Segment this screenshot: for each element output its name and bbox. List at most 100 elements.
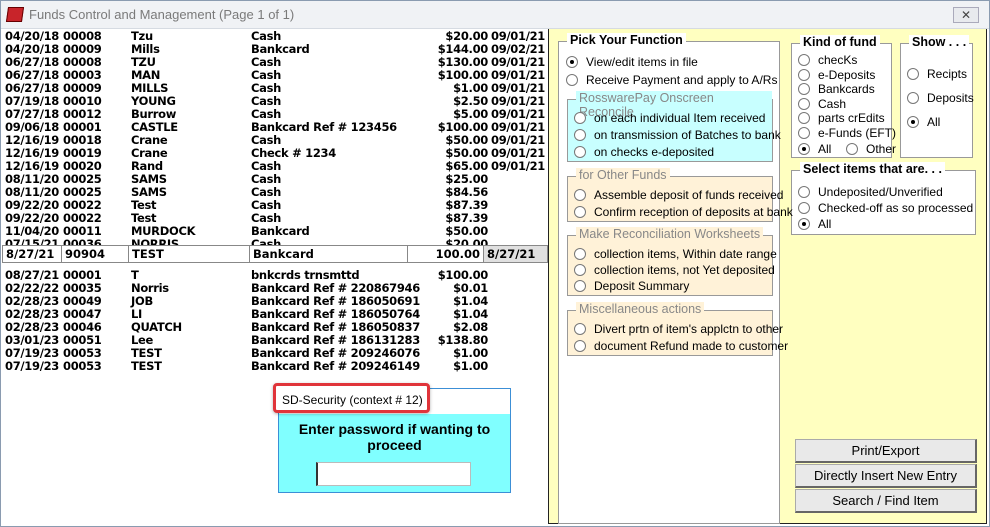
radio-select-1[interactable]: Checked-off as so processed [798,201,973,215]
id-cell: 00053 [63,359,102,373]
insert-new-entry-button[interactable]: Directly Insert New Entry [795,464,977,488]
radio-show-1[interactable]: Deposits [907,91,974,105]
password-input[interactable] [316,462,471,486]
worksheets-legend: Make Reconciliation Worksheets [576,227,764,241]
radio-label: Divert prtn of item's applctn to other [594,322,784,336]
edit-amount[interactable]: 100.00 [407,245,484,263]
radio-label: Cash [818,96,847,111]
radio-label: collection items, not Yet deposited [594,263,775,277]
radio-label: Undeposited/Unverified [818,185,943,199]
radio-icon [798,202,810,214]
name-cell: TEST [131,359,162,373]
print-export-button[interactable]: Print/Export [795,439,977,463]
radio-icon [846,143,858,155]
edit-type[interactable]: Bankcard [249,245,408,263]
radio-label: All [927,115,941,129]
radio-label: View/edit items in file [586,55,698,69]
radio-icon [574,189,586,201]
radio-misc-1[interactable]: document Refund made to customer [574,339,788,353]
edit-name[interactable]: TEST [128,245,250,263]
kind-legend: Kind of fund [800,35,880,49]
radio-worksheet-0[interactable]: collection items, Within date range [574,247,777,261]
radio-label: Confirm reception of deposits at bank [594,205,793,219]
radio-show-0[interactable]: Recipts [907,67,967,81]
radio-worksheet-1[interactable]: collection items, not Yet deposited [574,263,775,277]
amount-cell: $1.00 [453,359,488,373]
radio-label: Checked-off as so processed [818,201,974,215]
radio-label: document Refund made to customer [594,339,789,353]
radio-icon [798,127,810,139]
app-icon [5,7,25,22]
radio-label: on checks e-deposited [594,145,715,159]
radio-icon [574,146,586,158]
security-message: Enter password if wanting to proceed [298,421,491,453]
radio-icon [574,206,586,218]
radio-icon [907,92,919,104]
radio-label: e-Deposits [818,67,876,82]
radio-icon [798,186,810,198]
radio-label: Receive Payment and apply to A/Rs [586,73,778,87]
radio-icon [574,248,586,260]
radio-icon [574,112,586,124]
radio-kind-1[interactable]: e-Deposits [798,68,875,82]
deposit-date-cell: 09/01/21 [491,159,546,173]
radio-select-2[interactable]: All [798,217,831,231]
radio-icon [798,97,810,110]
radio-kind-4[interactable]: parts crEdits [798,111,885,125]
radio-icon [566,56,578,68]
radio-icon [574,280,586,292]
table-row[interactable]: 07/19/23 00053 TEST Bankcard Ref # 20924614… [2,360,548,373]
window-title: Funds Control and Management (Page 1 of … [29,7,295,22]
edit-date[interactable]: 8/27/21 [2,245,62,263]
other-funds-legend: for Other Funds [576,168,670,182]
security-title: SD-Security (context # 12) [273,383,430,413]
radio-other-funds-0[interactable]: Assemble deposit of funds received [574,188,783,202]
radio-kind-2[interactable]: Bankcards [798,82,875,96]
radio-show-2[interactable]: All [907,115,940,129]
date-cell: 07/19/23 [5,359,60,373]
radio-label: Deposits [927,91,974,105]
title-bar: Funds Control and Management (Page 1 of … [1,1,989,29]
radio-icon [798,112,810,125]
radio-icon [798,218,810,230]
radio-pick-0[interactable]: View/edit items in file [566,55,698,69]
edit-id[interactable]: 90904 [61,245,129,263]
radio-icon [798,143,810,155]
radio-label: on transmission of Batches to bank [594,128,781,142]
radio-kind-5[interactable]: e-Funds (EFT) [798,126,896,140]
radio-icon [798,54,810,66]
radio-label: Deposit Summary [594,279,690,293]
radio-kind-all[interactable]: All [798,142,831,156]
pick-function-legend: Pick Your Function [567,33,686,47]
radio-icon [907,68,919,80]
radio-label: checKs [818,53,858,67]
radio-misc-0[interactable]: Divert prtn of item's applctn to other [574,322,783,336]
radio-icon [798,83,810,96]
radio-rossware-0[interactable]: on each individual Item received [574,111,765,125]
edit-date2[interactable]: 8/27/21 [483,245,548,263]
funds-window: Funds Control and Management (Page 1 of … [0,0,990,527]
radio-label: Bankcards [818,82,875,97]
radio-label: All [818,217,832,231]
radio-kind-other[interactable]: Other [846,142,896,156]
radio-worksheet-2[interactable]: Deposit Summary [574,279,689,293]
radio-label: collection items, Within date range [594,247,777,261]
radio-icon [574,129,586,141]
radio-select-0[interactable]: Undeposited/Unverified [798,185,943,199]
close-button[interactable]: ✕ [953,7,979,23]
security-body: Enter password if wanting to proceed [279,414,510,492]
radio-kind-0[interactable]: checKs [798,53,857,67]
radio-kind-3[interactable]: Cash [798,97,846,111]
radio-pick-1[interactable]: Receive Payment and apply to A/Rs [566,73,777,87]
radio-icon [574,340,586,352]
radio-icon [907,116,919,128]
search-find-button[interactable]: Search / Find Item [795,489,977,513]
radio-rossware-1[interactable]: on transmission of Batches to bank [574,128,781,142]
radio-rossware-2[interactable]: on checks e-deposited [574,145,714,159]
radio-label: e-Funds (EFT) [818,126,897,140]
select-legend: Select items that are. . . [800,162,945,176]
radio-other-funds-1[interactable]: Confirm reception of deposits at bank [574,205,793,219]
radio-label: Recipts [927,67,968,81]
radio-icon [566,74,578,86]
radio-icon [574,264,586,276]
